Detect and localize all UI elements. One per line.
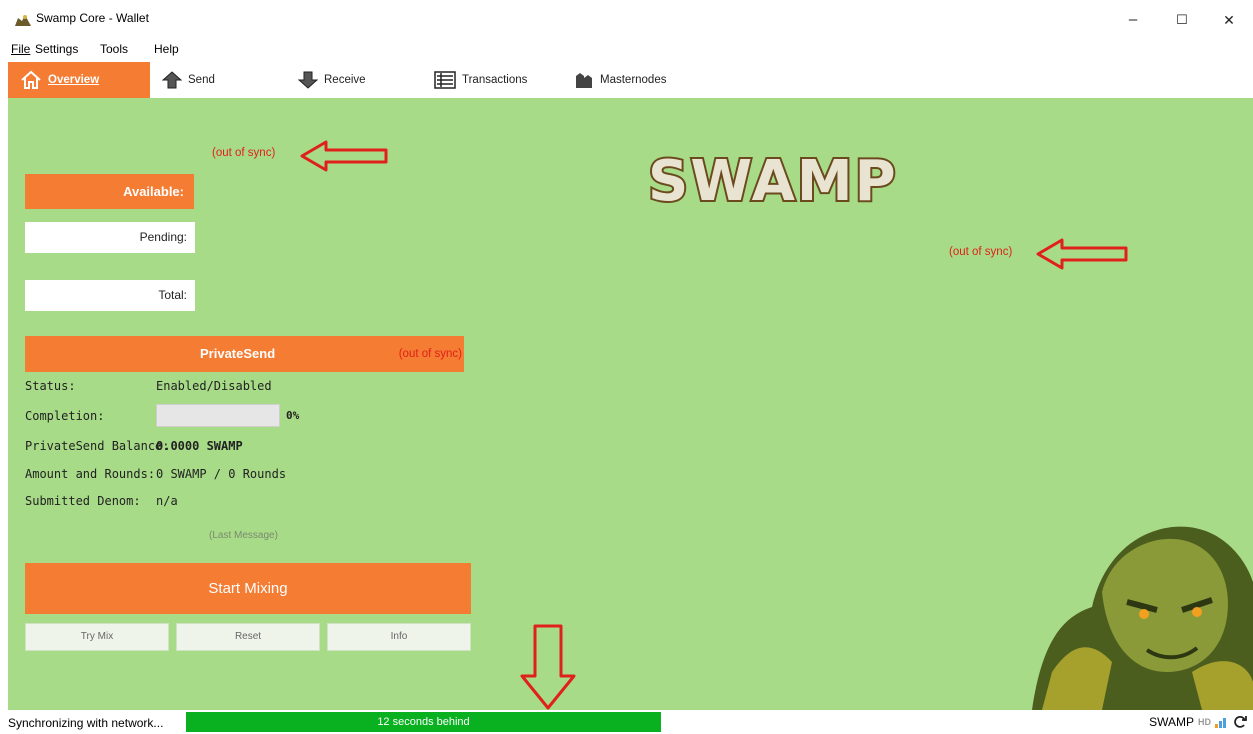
unit-label[interactable]: SWAMP <box>1149 715 1194 729</box>
tab-masternodes[interactable]: Masternodes <box>574 62 666 98</box>
total-balance-row: Total: <box>25 280 195 311</box>
annotation-arrow-left-icon <box>300 140 388 172</box>
sync-refresh-icon <box>1234 716 1247 728</box>
main-toolbar: Overview Send Receive Transactions Maste… <box>0 62 1253 98</box>
pending-label: Pending: <box>139 230 187 244</box>
privatesend-balance-value: 0.0000 SWAMP <box>156 439 243 453</box>
status-icons: SWAMP HD <box>1149 715 1247 729</box>
last-message: (Last Message) <box>209 530 278 541</box>
network-signal-icon[interactable] <box>1215 716 1229 728</box>
annotation-arrow-down-icon <box>520 624 576 710</box>
transactions-list-icon <box>434 71 456 89</box>
available-label: Available: <box>123 184 184 199</box>
completion-label: Completion: <box>25 409 105 423</box>
submitted-denom-value: n/a <box>156 494 178 508</box>
try-mix-button[interactable]: Try Mix <box>25 623 169 651</box>
close-button[interactable]: ✕ <box>1206 8 1252 32</box>
annotation-arrow-left-icon <box>1036 238 1128 270</box>
total-label: Total: <box>158 288 187 302</box>
start-mixing-button[interactable]: Start Mixing <box>25 563 471 614</box>
receive-arrow-icon <box>298 71 318 89</box>
tab-receive[interactable]: Receive <box>298 62 366 98</box>
submitted-denom-label: Submitted Denom: <box>25 494 141 508</box>
amount-rounds-value: 0 SWAMP / 0 Rounds <box>156 467 287 481</box>
swamp-creature-illustration <box>1032 526 1253 710</box>
reset-button[interactable]: Reset <box>176 623 320 651</box>
status-bar: Synchronizing with network... 12 seconds… <box>0 710 1253 734</box>
privatesend-out-of-sync-label: (out of sync) <box>398 348 462 360</box>
menu-tools[interactable]: Tools <box>100 42 128 56</box>
status-label: Status: <box>25 379 76 393</box>
privatesend-title: PrivateSend <box>200 346 276 361</box>
title-bar: Swamp Core - Wallet – ☐ ✕ <box>0 0 1253 36</box>
swamp-logo: SWAMP <box>646 148 898 210</box>
tab-masternodes-label: Masternodes <box>600 74 667 86</box>
privatesend-status-row: Status: <box>25 379 76 393</box>
pending-balance-row: Pending: <box>25 222 195 253</box>
swamp-app-icon <box>15 15 31 26</box>
tab-send-label: Send <box>188 74 215 86</box>
balances-out-of-sync-label: (out of sync) <box>212 147 276 159</box>
menu-help[interactable]: Help <box>154 42 179 56</box>
completion-percent: 0% <box>286 409 300 422</box>
home-icon <box>21 70 41 89</box>
tab-transactions[interactable]: Transactions <box>434 62 527 98</box>
window-title: Swamp Core - Wallet <box>36 11 149 25</box>
sync-progress-text: 12 seconds behind <box>377 716 470 728</box>
menu-settings[interactable]: Settings <box>35 42 78 56</box>
tab-send[interactable]: Send <box>162 62 215 98</box>
tab-overview[interactable]: Overview <box>8 62 150 98</box>
menu-file[interactable]: File <box>11 42 30 56</box>
tab-overview-label: Overview <box>48 74 100 86</box>
tab-transactions-label: Transactions <box>462 74 528 86</box>
maximize-button[interactable]: ☐ <box>1159 8 1205 32</box>
send-arrow-icon <box>162 71 182 89</box>
overview-page: (out of sync) Available: Pending: Total:… <box>8 98 1253 710</box>
privatesend-balance-label: PrivateSend Balance: <box>25 439 170 453</box>
masternodes-icon <box>576 73 592 88</box>
privatesend-header: PrivateSend (out of sync) <box>25 336 464 372</box>
recent-out-of-sync-label: (out of sync) <box>949 246 1013 258</box>
hd-wallet-icon: HD <box>1198 717 1211 727</box>
sync-progress-bar: 12 seconds behind <box>186 712 661 732</box>
swamp-logo-text: SWAMP <box>648 149 898 210</box>
completion-progress-bar <box>156 404 280 427</box>
sync-status-text: Synchronizing with network... <box>8 716 164 730</box>
available-balance-row: Available: <box>25 174 194 209</box>
amount-rounds-label: Amount and Rounds: <box>25 467 156 481</box>
tab-receive-label: Receive <box>324 74 366 86</box>
minimize-button[interactable]: – <box>1110 8 1156 32</box>
info-button[interactable]: Info <box>327 623 471 651</box>
menu-bar: File Settings Tools Help <box>0 40 1253 58</box>
status-value: Enabled/Disabled <box>156 379 272 393</box>
